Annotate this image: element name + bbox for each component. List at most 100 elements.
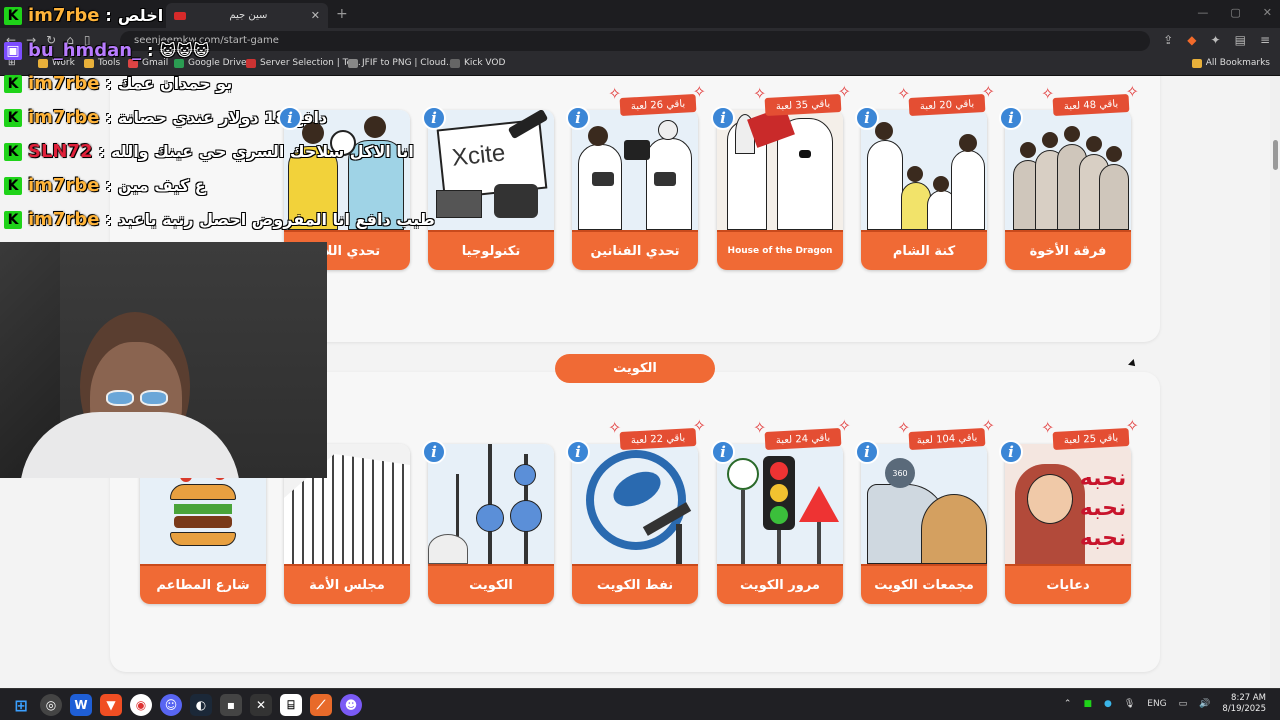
brave-icon[interactable]: ▼: [100, 694, 122, 716]
category-card[interactable]: نفط الكويت i ✧ ✧ باقي 22 لعبة: [566, 418, 706, 604]
chat-username: bu_hmdan_: [28, 40, 142, 61]
chat-username: im7rbe: [28, 209, 100, 230]
app-icon[interactable]: ☻: [340, 694, 362, 716]
card-title: دعايات: [1005, 564, 1131, 604]
language-indicator[interactable]: ENG: [1147, 699, 1166, 709]
info-icon[interactable]: i: [566, 440, 590, 464]
category-card[interactable]: الكويت i: [422, 440, 554, 604]
kick-icon: K: [4, 176, 22, 195]
chat-username: im7rbe: [28, 175, 100, 196]
scrollbar-thumb[interactable]: [1273, 140, 1278, 170]
steelseries-icon[interactable]: ◎: [40, 694, 62, 716]
kick-icon: [450, 58, 460, 68]
category-card[interactable]: مرور الكويت i ✧ ✧ باقي 24 لعبة: [711, 418, 851, 604]
kick-icon: K: [4, 74, 22, 93]
category-card[interactable]: كنة الشام i ✧ ✧ باقي 20 لعبة: [855, 84, 995, 270]
network-icon[interactable]: ▭: [1179, 699, 1188, 709]
info-icon[interactable]: i: [855, 106, 879, 130]
clock-date: 8/19/2025: [1222, 704, 1266, 714]
chat-message: K im7rbe : ع كيف مين: [4, 175, 206, 196]
extensions-icon[interactable]: ✦: [1211, 33, 1221, 47]
brave-shield-icon[interactable]: ◆: [1187, 33, 1196, 47]
xcite-logo: Xcite: [450, 139, 507, 172]
discord-icon[interactable]: ☺: [160, 694, 182, 716]
kick-icon: K: [4, 108, 22, 127]
info-icon[interactable]: i: [711, 440, 735, 464]
word-icon[interactable]: W: [70, 694, 92, 716]
category-card[interactable]: تحدي الفنانين i ✧ ✧ باقي 26 لعبة: [566, 84, 706, 270]
clock[interactable]: 8:27 AM 8/19/2025: [1222, 693, 1266, 715]
games-left-badge: ✧ ✧ باقي 20 لعبة: [897, 84, 995, 120]
card-title: House of the Dragon: [717, 230, 843, 270]
card-image: [428, 444, 554, 564]
tray-overflow-icon[interactable]: ⌃: [1064, 699, 1072, 709]
taskbar-apps: ⊞ ◎ W ▼ ◉ ☺ ◐ ▪ ✕ ⌸ ⟋ ☻: [10, 694, 362, 716]
info-icon[interactable]: i: [711, 106, 735, 130]
sidebar-icon[interactable]: ▤: [1235, 33, 1246, 47]
category-card[interactable]: ﻧﺤﺒﻪ ﻧﺤﺒﻪ ﻧﺤﺒﻪ دعايات i ✧ ✧ باقي 25 لعبة: [999, 418, 1139, 604]
chrome-icon[interactable]: ◉: [130, 694, 152, 716]
volume-icon[interactable]: 🔊: [1199, 699, 1210, 709]
kick-icon: K: [4, 210, 22, 229]
chat-text: طيب دافع انا المفروض احصل رتبة ياعبد: [117, 210, 435, 229]
chat-username: im7rbe: [28, 5, 100, 26]
card-title: شارع المطاعم: [140, 564, 266, 604]
clock-time: 8:27 AM: [1231, 693, 1266, 703]
info-icon[interactable]: i: [999, 106, 1023, 130]
card-image: 360: [861, 444, 987, 564]
category-card[interactable]: Xcite تكنولوجيا i: [422, 106, 554, 270]
tray-app-icon[interactable]: ■: [1083, 699, 1092, 709]
system-tray: ⌃ ■ ● 🎙 ENG ▭ 🔊 8:27 AM 8/19/2025: [1064, 693, 1266, 715]
menu-icon[interactable]: ≡: [1260, 33, 1270, 47]
chat-username: im7rbe: [28, 107, 100, 128]
card-image: [1005, 110, 1131, 230]
card-title: تحدي الفنانين: [572, 230, 698, 270]
card-title: الكويت: [428, 564, 554, 604]
streamer-figure: [20, 302, 260, 478]
info-icon[interactable]: i: [422, 440, 446, 464]
app-icon[interactable]: ✕: [250, 694, 272, 716]
card-image: ﻧﺤﺒﻪ ﻧﺤﺒﻪ ﻧﺤﺒﻪ: [1005, 444, 1131, 564]
games-left-badge: ✧ ✧ باقي 48 لعبة: [1041, 84, 1139, 120]
chat-text: انا الاكل سلاحك السري حي عينك والله: [110, 142, 414, 161]
games-left-badge: ✧ ✧ باقي 35 لعبة: [753, 84, 851, 120]
card-title: فرقة الأخوة: [1005, 230, 1131, 270]
twitch-icon: ▣: [4, 41, 22, 60]
kick-icon: K: [4, 6, 22, 25]
category-card[interactable]: فرقة الأخوة i ✧ ✧ باقي 48 لعبة: [999, 84, 1139, 270]
chat-message: K SLN72 : انا الاكل سلاحك السري حي عينك …: [4, 141, 414, 162]
info-icon[interactable]: i: [855, 440, 879, 464]
bookmark-kick-vod[interactable]: Kick VOD: [450, 58, 505, 68]
page-scrollbar[interactable]: [1270, 76, 1280, 688]
share-icon[interactable]: ⇪: [1163, 33, 1173, 47]
kick-icon: K: [4, 142, 22, 161]
webcam-overlay: [0, 242, 327, 478]
close-window-icon[interactable]: ✕: [1263, 6, 1272, 19]
app-icon[interactable]: ⟋: [310, 694, 332, 716]
chat-message: K im7rbe : اخلص: [4, 5, 163, 26]
category-card[interactable]: 360 مجمعات الكويت i ✧ ✧ باقي 104 لعبة: [855, 418, 995, 604]
info-icon[interactable]: i: [566, 106, 590, 130]
all-bookmarks[interactable]: All Bookmarks: [1191, 58, 1270, 68]
chat-emotes: 😺😺😺: [159, 41, 210, 60]
tray-app-icon[interactable]: ●: [1104, 699, 1112, 709]
card-title: مجمعات الكويت: [861, 564, 987, 604]
steam-icon[interactable]: ◐: [190, 694, 212, 716]
info-icon[interactable]: i: [999, 440, 1023, 464]
maximize-icon[interactable]: ▢: [1230, 6, 1240, 19]
capcut-icon[interactable]: ⌸: [280, 694, 302, 716]
chat-message: ▣ bu_hmdan_ : 😺😺😺: [4, 40, 210, 61]
section-title: الكويت: [555, 354, 715, 383]
chat-message: K im7rbe : طيب دافع انا المفروض احصل رتب…: [4, 209, 435, 230]
category-card[interactable]: House of the Dragon i ✧ ✧ باقي 35 لعبة: [711, 84, 851, 270]
microphone-icon[interactable]: 🎙: [1124, 699, 1135, 709]
minimize-icon[interactable]: —: [1197, 6, 1208, 19]
chat-text: اخلص: [117, 6, 164, 25]
obs-icon[interactable]: ▪: [220, 694, 242, 716]
card-image: [717, 110, 843, 230]
info-icon[interactable]: i: [278, 106, 302, 130]
windows-start-icon[interactable]: ⊞: [10, 694, 32, 716]
card-title: نفط الكويت: [572, 564, 698, 604]
info-icon[interactable]: i: [422, 106, 446, 130]
chat-text: بو حمدان عمك: [117, 74, 233, 93]
